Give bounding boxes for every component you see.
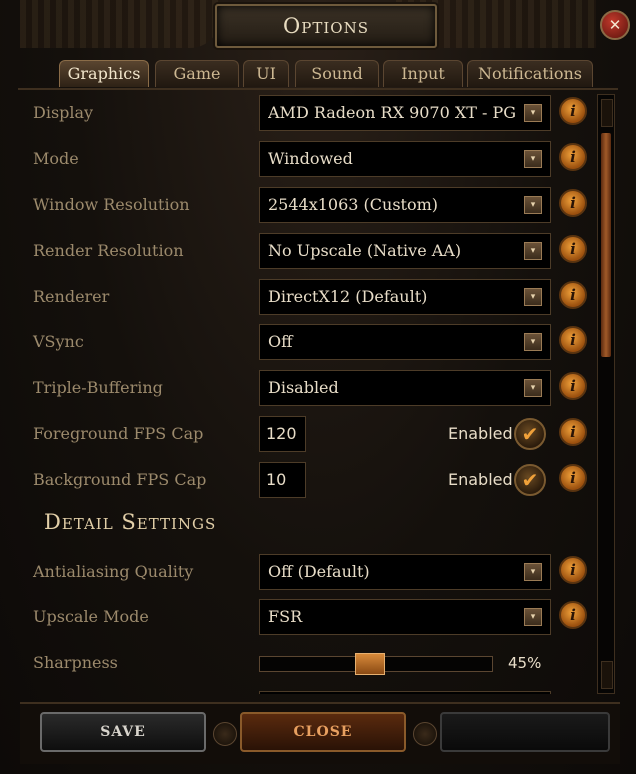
setting-row-triple-buffering: Triple-Buffering Disabled ▾ i (24, 368, 590, 408)
chevron-down-icon[interactable]: ▾ (524, 242, 542, 260)
bottom-button-bar: SAVE CLOSE (20, 702, 620, 764)
triple-buffering-select[interactable]: Disabled ▾ (259, 370, 551, 406)
info-icon[interactable]: i (559, 189, 587, 217)
setting-label: Antialiasing Quality (33, 562, 194, 581)
setting-label: Triple-Buffering (33, 378, 163, 397)
title-ornament-left (20, 0, 220, 48)
options-window: Options ✕ Graphics Game UI Sound Input N… (0, 0, 636, 774)
setting-label: Sharpness (33, 653, 118, 672)
section-title-detail-settings: Detail Settings (44, 510, 217, 534)
info-icon[interactable]: i (559, 601, 587, 629)
setting-row-foreground-fps-cap: Foreground FPS Cap 120 Enabled ✔ i (24, 414, 590, 454)
tab-game[interactable]: Game (155, 60, 239, 87)
scrollbar[interactable] (597, 94, 615, 694)
slider-handle[interactable] (355, 653, 385, 675)
info-icon[interactable]: i (559, 372, 587, 400)
setting-label: Mode (33, 149, 79, 168)
settings-panel: Display AMD Radeon RX 9070 XT - PG27 ▾ i… (24, 90, 590, 694)
scroll-up-cap[interactable] (601, 99, 613, 127)
tab-notifications[interactable]: Notifications (467, 60, 593, 87)
setting-label: Upscale Mode (33, 607, 149, 626)
antialiasing-quality-select[interactable]: Off (Default) ▾ (259, 554, 551, 590)
tab-sound[interactable]: Sound (295, 60, 379, 87)
setting-label: Display (33, 103, 94, 122)
chevron-down-icon[interactable]: ▾ (524, 196, 542, 214)
setting-label: Foreground FPS Cap (33, 424, 204, 443)
tab-input[interactable]: Input (383, 60, 463, 87)
foreground-fps-input[interactable]: 120 (259, 416, 306, 452)
enabled-label: Enabled (448, 424, 513, 443)
renderer-value: DirectX12 (Default) (268, 287, 428, 306)
chevron-down-icon[interactable]: ▾ (524, 333, 542, 351)
setting-label: Window Resolution (33, 195, 190, 214)
chevron-down-icon[interactable]: ▾ (524, 150, 542, 168)
ornament-knot (413, 722, 437, 746)
scroll-down-cap[interactable] (601, 661, 613, 689)
render-resolution-value: No Upscale (Native AA) (268, 241, 462, 260)
enabled-label: Enabled (448, 470, 513, 489)
chevron-down-icon[interactable]: ▾ (524, 104, 542, 122)
scrollbar-thumb[interactable] (601, 133, 611, 357)
window-resolution-select[interactable]: 2544x1063 (Custom) ▾ (259, 187, 551, 223)
info-icon[interactable]: i (559, 281, 587, 309)
close-window-icon[interactable]: ✕ (600, 10, 630, 40)
upscale-mode-value: FSR (268, 607, 303, 626)
info-icon[interactable]: i (559, 97, 587, 125)
setting-row-partial (24, 689, 590, 694)
setting-row-background-fps-cap: Background FPS Cap 10 Enabled ✔ i (24, 460, 590, 500)
info-icon[interactable]: i (559, 556, 587, 584)
setting-row-antialiasing-quality: Antialiasing Quality Off (Default) ▾ i (24, 552, 590, 592)
info-icon[interactable]: i (559, 143, 587, 171)
window-resolution-value: 2544x1063 (Custom) (268, 195, 439, 214)
chevron-down-icon[interactable]: ▾ (524, 379, 542, 397)
close-button[interactable]: CLOSE (240, 712, 406, 752)
checkmark-icon[interactable]: ✔ (514, 418, 546, 450)
vsync-value: Off (268, 332, 293, 351)
save-button[interactable]: SAVE (40, 712, 206, 752)
setting-row-sharpness: Sharpness 45% (24, 643, 590, 683)
setting-row-upscale-mode: Upscale Mode FSR ▾ i (24, 597, 590, 637)
sharpness-slider[interactable] (259, 653, 493, 675)
partial-select[interactable] (259, 691, 551, 694)
info-icon[interactable]: i (559, 418, 587, 446)
display-value: AMD Radeon RX 9070 XT - PG27 (268, 103, 516, 122)
setting-label: Render Resolution (33, 241, 184, 260)
info-icon[interactable]: i (559, 326, 587, 354)
setting-row-renderer: Renderer DirectX12 (Default) ▾ i (24, 277, 590, 317)
info-icon[interactable]: i (559, 235, 587, 263)
render-resolution-select[interactable]: No Upscale (Native AA) ▾ (259, 233, 551, 269)
triple-buffering-value: Disabled (268, 378, 339, 397)
background-fps-input[interactable]: 10 (259, 462, 306, 498)
tab-bar: Graphics Game UI Sound Input Notificatio… (18, 60, 618, 90)
tab-graphics[interactable]: Graphics (59, 60, 149, 87)
tab-ui[interactable]: UI (243, 60, 289, 87)
setting-row-window-resolution: Window Resolution 2544x1063 (Custom) ▾ i (24, 185, 590, 225)
display-select[interactable]: AMD Radeon RX 9070 XT - PG27 ▾ (259, 95, 551, 131)
chevron-down-icon[interactable]: ▾ (524, 288, 542, 306)
setting-row-render-resolution: Render Resolution No Upscale (Native AA)… (24, 231, 590, 271)
renderer-select[interactable]: DirectX12 (Default) ▾ (259, 279, 551, 315)
antialiasing-quality-value: Off (Default) (268, 562, 370, 581)
setting-label: Renderer (33, 287, 110, 306)
setting-row-vsync: VSync Off ▾ i (24, 322, 590, 362)
chevron-down-icon[interactable]: ▾ (524, 608, 542, 626)
sharpness-percent: 45% (508, 654, 542, 672)
setting-label: VSync (33, 332, 84, 351)
mode-select[interactable]: Windowed ▾ (259, 141, 551, 177)
empty-button-slot (440, 712, 610, 752)
ornament-knot (213, 722, 237, 746)
mode-value: Windowed (268, 149, 353, 168)
vsync-select[interactable]: Off ▾ (259, 324, 551, 360)
upscale-mode-select[interactable]: FSR ▾ (259, 599, 551, 635)
title-plate: Options (215, 4, 437, 48)
setting-row-display: Display AMD Radeon RX 9070 XT - PG27 ▾ i (24, 93, 590, 133)
setting-label: Background FPS Cap (33, 470, 207, 489)
window-title: Options (283, 14, 369, 38)
checkmark-icon[interactable]: ✔ (514, 464, 546, 496)
chevron-down-icon[interactable]: ▾ (524, 563, 542, 581)
setting-row-mode: Mode Windowed ▾ i (24, 139, 590, 179)
info-icon[interactable]: i (559, 464, 587, 492)
